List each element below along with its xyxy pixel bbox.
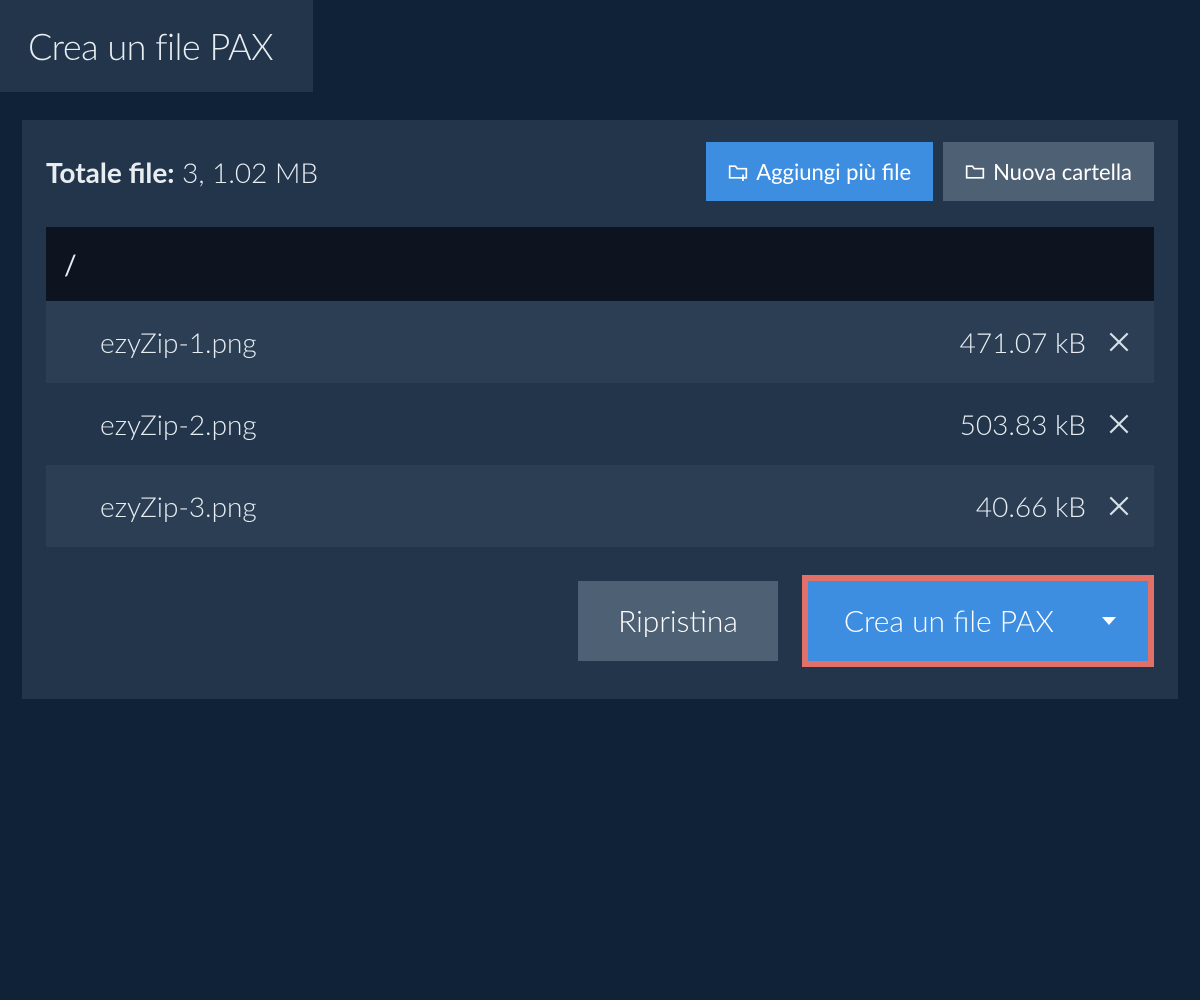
- close-icon[interactable]: [1106, 411, 1132, 437]
- create-button-group: Crea un file PAX: [802, 575, 1154, 667]
- file-name: ezyZip-3.png: [100, 489, 257, 523]
- file-row: ezyZip-1.png 471.07 kB: [46, 301, 1154, 383]
- file-row: ezyZip-2.png 503.83 kB: [46, 383, 1154, 465]
- file-right: 40.66 kB: [976, 489, 1132, 523]
- file-list: / ezyZip-1.png 471.07 kB ezyZip-2.png 503.8…: [46, 227, 1154, 547]
- file-name: ezyZip-2.png: [100, 407, 257, 441]
- file-size: 471.07 kB: [960, 325, 1086, 359]
- add-files-label: Aggiungi più file: [756, 158, 911, 185]
- file-right: 471.07 kB: [960, 325, 1132, 359]
- create-label: Crea un file PAX: [844, 603, 1054, 639]
- reset-button[interactable]: Ripristina: [578, 581, 778, 661]
- create-dropdown-button[interactable]: [1086, 585, 1144, 657]
- file-name: ezyZip-1.png: [100, 325, 257, 359]
- close-icon[interactable]: [1106, 329, 1132, 355]
- folder-icon: [965, 163, 985, 181]
- close-icon[interactable]: [1106, 493, 1132, 519]
- reset-label: Ripristina: [618, 603, 738, 639]
- new-folder-button[interactable]: Nuova cartella: [943, 142, 1154, 201]
- file-size: 40.66 kB: [976, 489, 1086, 523]
- tab-title: Crea un file PAX: [28, 24, 273, 68]
- summary-row: Totale file: 3, 1.02 MB Aggiungi più fil…: [22, 120, 1178, 219]
- total-files-value: 3, 1.02 MB: [182, 155, 318, 189]
- file-row: ezyZip-3.png 40.66 kB: [46, 465, 1154, 547]
- path-header: /: [46, 227, 1154, 301]
- file-right: 503.83 kB: [960, 407, 1132, 441]
- main-panel: Totale file: 3, 1.02 MB Aggiungi più fil…: [22, 120, 1178, 699]
- tab-create-pax[interactable]: Crea un file PAX: [0, 0, 313, 92]
- caret-down-icon: [1102, 617, 1116, 625]
- create-pax-button[interactable]: Crea un file PAX: [812, 585, 1086, 657]
- folder-add-icon: [728, 163, 748, 181]
- new-folder-label: Nuova cartella: [993, 158, 1132, 185]
- add-files-button[interactable]: Aggiungi più file: [706, 142, 933, 201]
- path-text: /: [64, 247, 77, 281]
- total-files-label: Totale file:: [46, 155, 175, 189]
- file-size: 503.83 kB: [960, 407, 1086, 441]
- footer-actions: Ripristina Crea un file PAX: [22, 547, 1178, 699]
- total-files-text: Totale file: 3, 1.02 MB: [46, 155, 318, 189]
- top-actions: Aggiungi più file Nuova cartella: [706, 142, 1154, 201]
